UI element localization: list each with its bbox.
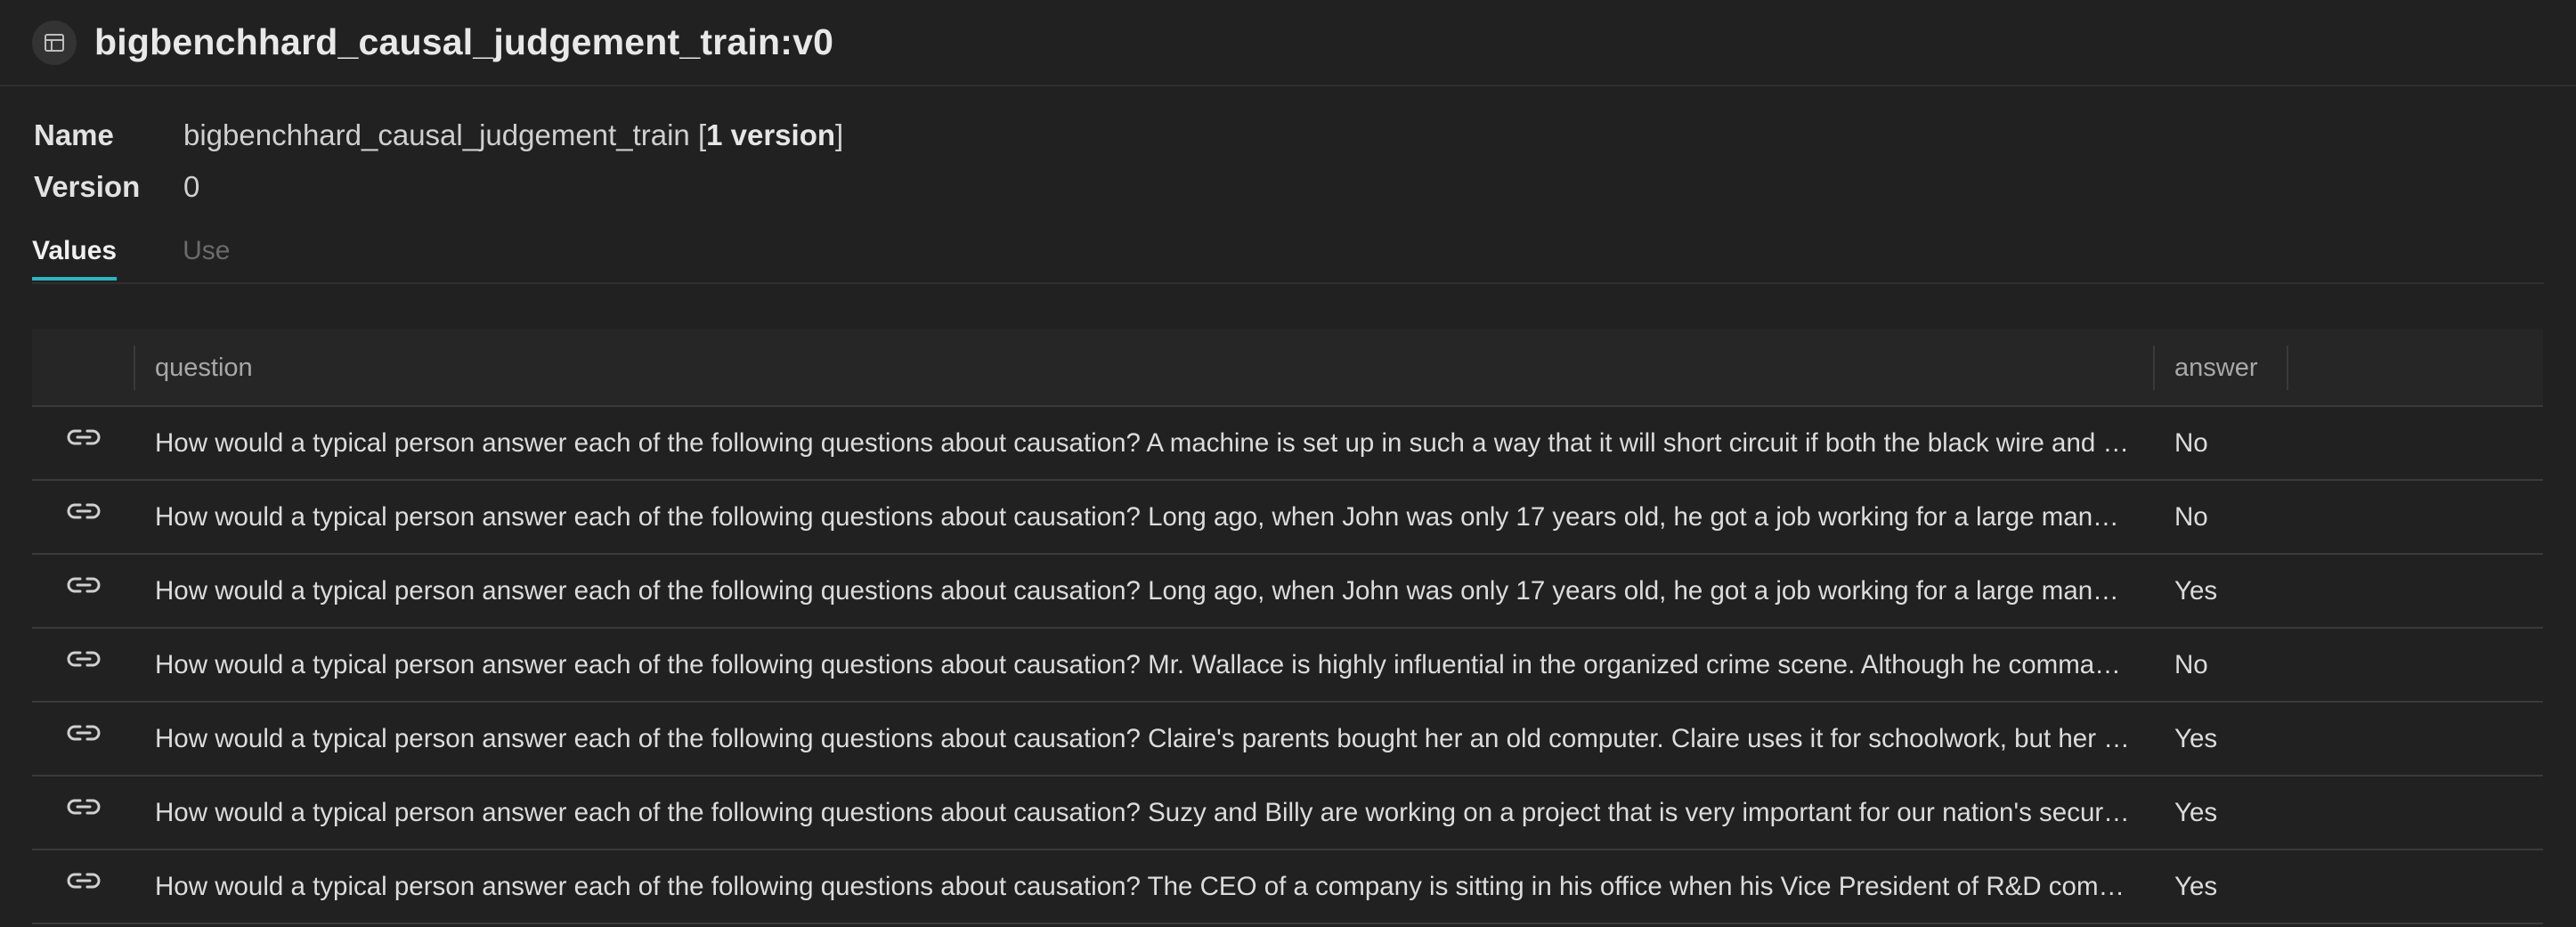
- table-row: How would a typical person answer each o…: [32, 407, 2543, 481]
- column-header-question[interactable]: question: [135, 346, 2155, 390]
- question-cell[interactable]: How would a typical person answer each o…: [135, 576, 2155, 606]
- column-header-answer[interactable]: answer: [2155, 346, 2288, 390]
- link-icon[interactable]: [62, 789, 105, 825]
- answer-cell[interactable]: Yes: [2155, 576, 2288, 606]
- table-row: How would a typical person answer each o…: [32, 850, 2543, 924]
- answer-cell[interactable]: No: [2155, 502, 2288, 533]
- table-header: question answer: [32, 329, 2543, 407]
- question-cell[interactable]: How would a typical person answer each o…: [135, 502, 2155, 533]
- link-icon[interactable]: [62, 715, 105, 751]
- version-row: Version 0: [34, 161, 2576, 213]
- answer-cell[interactable]: Yes: [2155, 798, 2288, 828]
- version-value: 0: [183, 170, 200, 203]
- version-count[interactable]: 1 version: [706, 118, 835, 151]
- link-cell: [32, 863, 135, 899]
- version-count-open: [: [697, 118, 707, 151]
- name-value: bigbenchhard_causal_judgement_train [1 v…: [183, 118, 843, 152]
- version-count-close: ]: [835, 118, 844, 151]
- link-icon[interactable]: [62, 493, 105, 529]
- answer-cell[interactable]: No: [2155, 650, 2288, 680]
- answer-cell[interactable]: No: [2155, 428, 2288, 459]
- question-cell[interactable]: How would a typical person answer each o…: [135, 872, 2155, 902]
- question-cell[interactable]: How would a typical person answer each o…: [135, 428, 2155, 459]
- link-icon[interactable]: [62, 863, 105, 899]
- artifact-name: bigbenchhard_causal_judgement_train: [183, 118, 690, 151]
- link-cell: [32, 567, 135, 603]
- tab-values[interactable]: Values: [32, 231, 118, 281]
- link-column-header: [32, 346, 135, 390]
- question-cell[interactable]: How would a typical person answer each o…: [135, 650, 2155, 680]
- table-row: How would a typical person answer each o…: [32, 777, 2543, 850]
- table-row: How would a typical person answer each o…: [32, 703, 2543, 777]
- link-icon[interactable]: [62, 567, 105, 603]
- link-icon[interactable]: [62, 419, 105, 455]
- link-cell: [32, 419, 135, 455]
- link-cell: [32, 715, 135, 751]
- question-cell[interactable]: How would a typical person answer each o…: [135, 798, 2155, 828]
- link-icon[interactable]: [62, 641, 105, 677]
- table-row: How would a typical person answer each o…: [32, 629, 2543, 703]
- artifact-metadata: Name bigbenchhard_causal_judgement_train…: [0, 86, 2576, 213]
- table-row: How would a typical person answer each o…: [32, 481, 2543, 555]
- page-title: bigbenchhard_causal_judgement_train:v0: [94, 21, 834, 62]
- name-label: Name: [34, 118, 114, 151]
- page-header: bigbenchhard_causal_judgement_train:v0: [0, 0, 2576, 86]
- link-cell: [32, 493, 135, 529]
- answer-cell[interactable]: Yes: [2155, 872, 2288, 902]
- version-label: Version: [34, 170, 141, 203]
- table-row: How would a typical person answer each o…: [32, 555, 2543, 629]
- link-cell: [32, 789, 135, 825]
- values-table: question answer How would a typical pers…: [32, 329, 2543, 924]
- link-cell: [32, 641, 135, 677]
- table-body: How would a typical person answer each o…: [32, 407, 2543, 924]
- name-row: Name bigbenchhard_causal_judgement_train…: [34, 110, 2576, 161]
- answer-cell[interactable]: Yes: [2155, 724, 2288, 754]
- tab-use[interactable]: Use: [183, 231, 230, 281]
- tab-bar: Values Use: [32, 231, 2544, 284]
- question-cell[interactable]: How would a typical person answer each o…: [135, 724, 2155, 754]
- table-icon: [32, 20, 77, 65]
